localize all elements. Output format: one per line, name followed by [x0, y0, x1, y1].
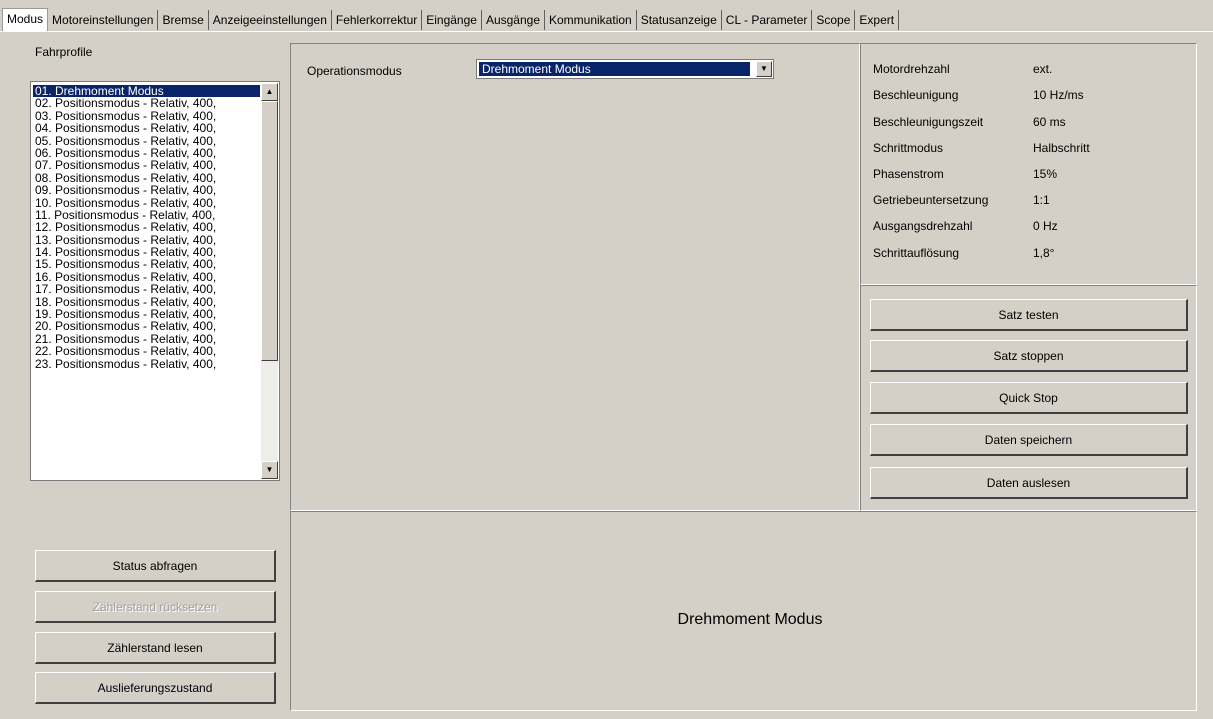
tab-modus[interactable]: Modus [2, 8, 49, 31]
info-row: Ausgangsdrehzahl 0 Hz [873, 219, 1183, 239]
scroll-down-button[interactable]: ▼ [261, 461, 278, 479]
profile-list-item[interactable]: 10. Positionsmodus - Relativ, 400, [33, 197, 260, 209]
tab-cl-parameter[interactable]: CL - Parameter [722, 10, 813, 30]
operation-mode-select[interactable]: Drehmoment Modus ▼ [476, 59, 774, 79]
tab-expert[interactable]: Expert [855, 10, 900, 30]
info-row: Beschleunigung 10 Hz/ms [873, 88, 1183, 108]
info-row: Phasenstrom 15% [873, 167, 1183, 187]
profile-list-item[interactable]: 08. Positionsmodus - Relativ, 400, [33, 172, 260, 184]
tab-kommunikation[interactable]: Kommunikation [545, 10, 637, 30]
tab-motoreinstellungen[interactable]: Motoreinstellungen [48, 10, 159, 30]
test-block-button[interactable]: Satz testen [870, 299, 1188, 331]
profile-list[interactable]: 01. Drehmoment Modus 02. Positionsmodus -… [30, 81, 280, 481]
scroll-up-icon: ▲ [265, 87, 274, 96]
scroll-thumb[interactable] [261, 101, 278, 361]
scroll-up-button[interactable]: ▲ [261, 83, 278, 101]
info-key: Getriebeuntersetzung [873, 193, 989, 207]
profile-list-item[interactable]: 23. Positionsmodus - Relativ, 400, [33, 358, 260, 370]
info-value: ext. [1033, 62, 1053, 76]
info-value: 60 ms [1033, 115, 1066, 129]
info-key: Phasenstrom [873, 167, 944, 181]
tab-eingaenge[interactable]: Eingänge [422, 10, 482, 30]
tab-anzeigeeinstellungen[interactable]: Anzeigeeinstellungen [209, 10, 332, 30]
info-value: 0 Hz [1033, 219, 1058, 233]
info-value: 10 Hz/ms [1033, 88, 1084, 102]
info-key: Beschleunigungszeit [873, 115, 984, 129]
chevron-down-icon: ▼ [760, 64, 768, 73]
scroll-down-icon: ▼ [265, 465, 274, 474]
info-key: Ausgangsdrehzahl [873, 219, 973, 233]
profile-list-item[interactable]: 13. Positionsmodus - Relativ, 400, [33, 234, 260, 246]
tab-bar: Modus Motoreinstellungen Bremse Anzeigee… [0, 0, 1213, 34]
profile-list-item[interactable]: 02. Positionsmodus - Relativ, 400, [33, 97, 260, 109]
profile-list-item[interactable]: 19. Positionsmodus - Relativ, 400, [33, 308, 260, 320]
profile-list-item[interactable]: 12. Positionsmodus - Relativ, 400, [33, 221, 260, 233]
quick-stop-button[interactable]: Quick Stop [870, 382, 1188, 414]
profile-list-item[interactable]: 14. Positionsmodus - Relativ, 400, [33, 246, 260, 258]
info-value: Halbschritt [1033, 141, 1090, 155]
info-row: Schrittauflösung 1,8° [873, 246, 1183, 266]
profile-list-item[interactable]: 05. Positionsmodus - Relativ, 400, [33, 135, 260, 147]
info-key: Motordrehzahl [873, 62, 950, 76]
info-key: Schrittauflösung [873, 246, 960, 260]
tab-statusanzeige[interactable]: Statusanzeige [637, 10, 722, 30]
profile-list-item[interactable]: 20. Positionsmodus - Relativ, 400, [33, 320, 260, 332]
info-row: Motordrehzahl ext. [873, 62, 1183, 82]
tab-scope[interactable]: Scope [812, 10, 856, 30]
tab-divider [0, 31, 1213, 32]
info-key: Schrittmodus [873, 141, 944, 155]
profile-list-scrollbar[interactable]: ▲ ▼ [261, 83, 278, 479]
profile-list-item[interactable]: 07. Positionsmodus - Relativ, 400, [33, 159, 260, 171]
profile-list-item[interactable]: 09. Positionsmodus - Relativ, 400, [33, 184, 260, 196]
mode-display-text: Drehmoment Modus [677, 611, 823, 628]
reset-counter-button[interactable]: Zählerstand rücksetzen [35, 591, 276, 623]
stop-block-button[interactable]: Satz stoppen [870, 340, 1188, 372]
read-counter-button[interactable]: Zählerstand lesen [35, 632, 276, 664]
tab-bremse[interactable]: Bremse [158, 10, 209, 30]
info-row: Beschleunigungszeit 60 ms [873, 115, 1183, 135]
profiles-title: Fahrprofile [35, 45, 93, 59]
profile-list-item[interactable]: 15. Positionsmodus - Relativ, 400, [33, 258, 260, 270]
operation-mode-label: Operationsmodus [307, 64, 402, 78]
profile-list-item[interactable]: 11. Positionsmodus - Relativ, 400, [33, 209, 260, 221]
info-value: 1,8° [1033, 246, 1055, 260]
info-value: 1:1 [1033, 193, 1050, 207]
profile-list-item[interactable]: 06. Positionsmodus - Relativ, 400, [33, 147, 260, 159]
factory-reset-button[interactable]: Auslieferungszustand [35, 672, 276, 704]
info-key: Beschleunigung [873, 88, 959, 102]
info-row: Getriebeuntersetzung 1:1 [873, 193, 1183, 213]
operation-mode-value: Drehmoment Modus [479, 62, 750, 76]
profile-list-item[interactable]: 01. Drehmoment Modus [33, 85, 260, 98]
profile-list-item[interactable]: 21. Positionsmodus - Relativ, 400, [33, 333, 260, 345]
profile-list-item[interactable]: 22. Positionsmodus - Relativ, 400, [33, 345, 260, 357]
info-row: Schrittmodus Halbschritt [873, 141, 1183, 161]
profile-list-item[interactable]: 17. Positionsmodus - Relativ, 400, [33, 283, 260, 295]
status-query-button[interactable]: Status abfragen [35, 550, 276, 582]
tab-ausgaenge[interactable]: Ausgänge [482, 10, 545, 30]
profile-list-item[interactable]: 03. Positionsmodus - Relativ, 400, [33, 110, 260, 122]
info-value: 15% [1033, 167, 1058, 181]
read-data-button[interactable]: Daten auslesen [870, 467, 1188, 499]
config-panel [290, 43, 860, 511]
combo-dropdown-button[interactable]: ▼ [756, 61, 772, 77]
profile-list-item[interactable]: 04. Positionsmodus - Relativ, 400, [33, 122, 260, 134]
profile-list-item[interactable]: 16. Positionsmodus - Relativ, 400, [33, 271, 260, 283]
profile-list-item[interactable]: 18. Positionsmodus - Relativ, 400, [33, 296, 260, 308]
tab-fehlerkorrektur[interactable]: Fehlerkorrektur [332, 10, 423, 30]
save-data-button[interactable]: Daten speichern [870, 424, 1188, 456]
